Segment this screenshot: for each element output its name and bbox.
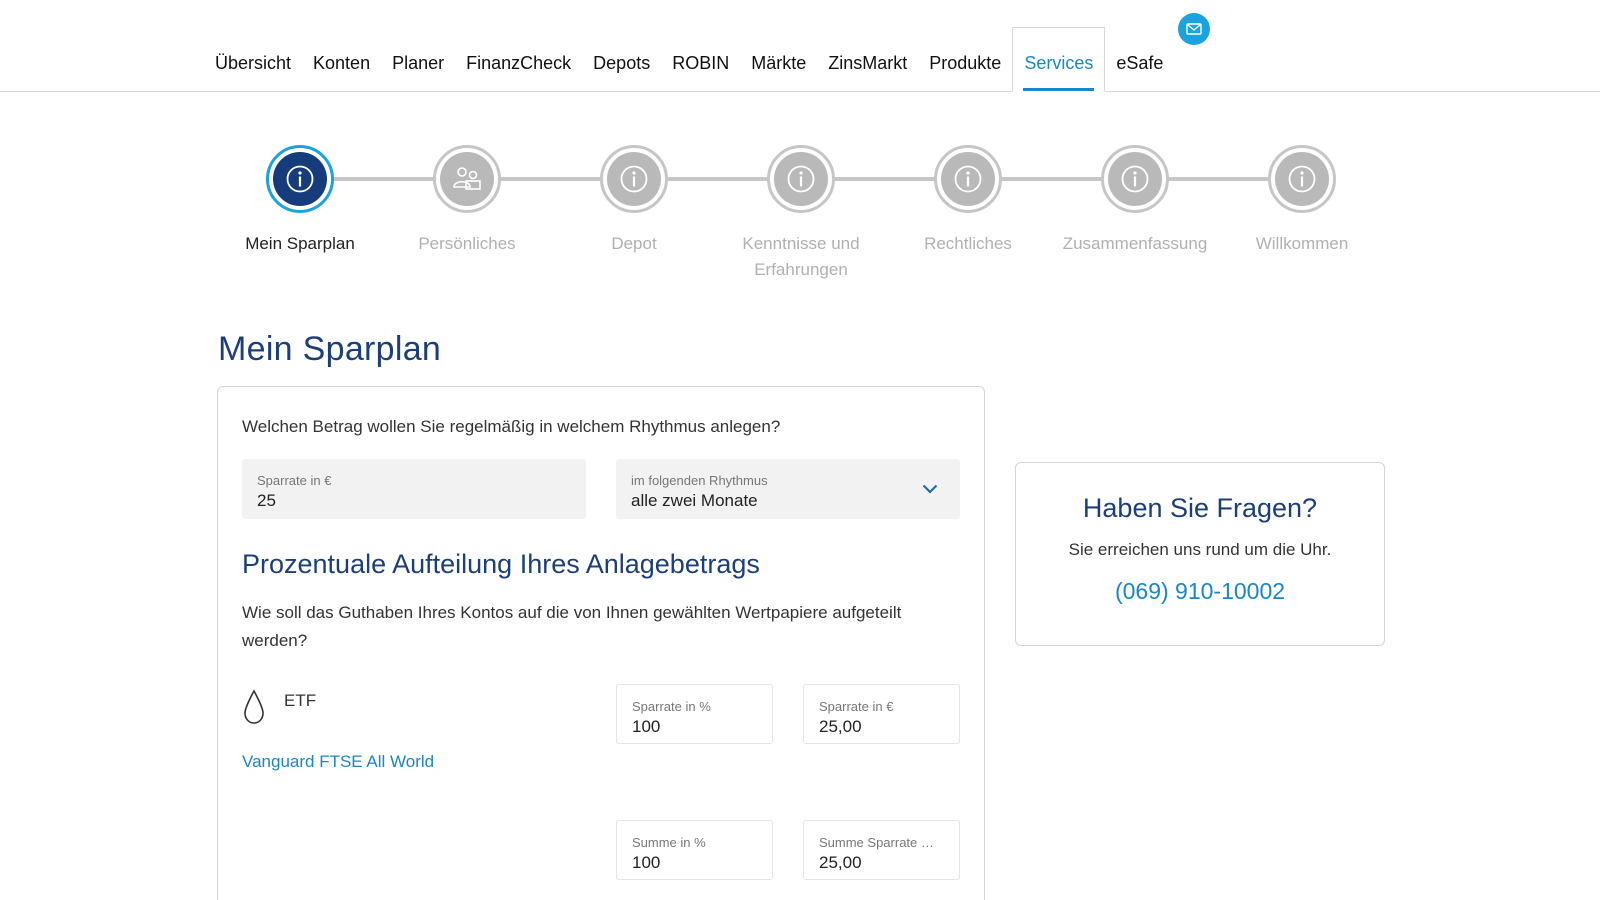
step-label: Depot — [611, 234, 657, 253]
main-navigation: Übersicht Konten Planer FinanzCheck Depo… — [0, 0, 1600, 92]
nav-item-konten[interactable]: Konten — [302, 27, 381, 92]
amount-question: Welchen Betrag wollen Sie regelmäßig in … — [242, 417, 781, 436]
field-label: Summe Sparrate … — [819, 835, 934, 850]
field-value: 25,00 — [819, 853, 862, 872]
info-icon — [774, 152, 828, 206]
step-label: Mein Sparplan — [245, 234, 355, 253]
sum-amount-field: Summe Sparrate … 25,00 — [803, 820, 960, 880]
info-icon — [1108, 152, 1162, 206]
drop-icon — [242, 689, 266, 730]
step-label: Persönliches — [418, 234, 516, 253]
nav-item-planer[interactable]: Planer — [381, 27, 455, 92]
field-label: Sparrate in € — [257, 473, 332, 488]
nav-item-robin[interactable]: ROBIN — [661, 27, 740, 92]
nav-item-depots[interactable]: Depots — [582, 27, 661, 92]
info-icon — [273, 152, 327, 206]
allocation-title: Prozentuale Aufteilung Ihres Anlagebetra… — [242, 549, 760, 579]
nav-item-uebersicht[interactable]: Übersicht — [204, 27, 302, 92]
page-title: Mein Sparplan — [218, 330, 442, 368]
field-value: 25,00 — [819, 717, 862, 736]
etf-row: ETF — [242, 689, 316, 730]
info-icon — [607, 152, 661, 206]
progress-stepper: Mein Sparplan Persönliches Depot Kenntni… — [200, 145, 1400, 285]
help-title: Haben Sie Fragen? — [1082, 493, 1318, 523]
step-persoenliches[interactable]: Persönliches — [382, 145, 552, 257]
help-text: Sie erreichen uns rund um die Uhr. — [1068, 540, 1332, 559]
step-willkommen[interactable]: Willkommen — [1217, 145, 1387, 257]
envelope-icon[interactable] — [1178, 13, 1210, 45]
step-label: Kenntnisse und Erfahrungen — [742, 234, 860, 279]
step-label: Rechtliches — [924, 234, 1012, 253]
info-icon — [1275, 152, 1329, 206]
field-label: im folgenden Rhythmus — [631, 473, 768, 488]
help-card: Haben Sie Fragen? Sie erreichen uns rund… — [1015, 462, 1385, 646]
nav-item-zinsmarkt[interactable]: ZinsMarkt — [817, 27, 918, 92]
etf-percent-input[interactable]: Sparrate in % 100 — [616, 684, 773, 744]
field-label: Summe in % — [632, 835, 706, 850]
etf-amount-input[interactable]: Sparrate in € 25,00 — [803, 684, 960, 744]
nav-item-finanzcheck[interactable]: FinanzCheck — [455, 27, 582, 92]
field-value: alle zwei Monate — [631, 491, 758, 510]
etf-name-link[interactable]: Vanguard FTSE All World — [242, 752, 434, 772]
field-label: Sparrate in % — [632, 699, 711, 714]
persons-icon — [440, 152, 494, 206]
rhythm-select[interactable]: im folgenden Rhythmus alle zwei Monate — [616, 459, 960, 519]
step-zusammenfassung[interactable]: Zusammenfassung — [1050, 145, 1220, 257]
savings-rate-input[interactable]: Sparrate in € 25 — [242, 459, 586, 519]
step-kenntnisse[interactable]: Kenntnisse und Erfahrungen — [716, 145, 886, 283]
chevron-down-icon — [922, 481, 938, 499]
nav-items: Übersicht Konten Planer FinanzCheck Depo… — [204, 27, 1174, 92]
field-value: 100 — [632, 717, 661, 736]
nav-item-produkte[interactable]: Produkte — [918, 27, 1012, 92]
field-label: Sparrate in € — [819, 699, 894, 714]
nav-item-esafe[interactable]: eSafe — [1105, 27, 1174, 92]
step-depot[interactable]: Depot — [549, 145, 719, 257]
info-icon — [941, 152, 995, 206]
step-mein-sparplan[interactable]: Mein Sparplan — [215, 145, 385, 257]
field-value: 100 — [632, 853, 661, 872]
sparplan-card: Welchen Betrag wollen Sie regelmäßig in … — [217, 386, 985, 900]
step-label: Zusammenfassung — [1062, 234, 1208, 253]
field-value: 25 — [257, 491, 276, 510]
help-phone-link[interactable]: (069) 910-10002 — [1016, 578, 1384, 605]
allocation-text: Wie soll das Guthaben Ihres Kontos auf d… — [242, 603, 902, 650]
sum-percent-field: Summe in % 100 — [616, 820, 773, 880]
nav-item-maerkte[interactable]: Märkte — [740, 27, 817, 92]
step-label: Willkommen — [1255, 234, 1349, 253]
etf-type-label: ETF — [284, 691, 317, 710]
step-rechtliches[interactable]: Rechtliches — [883, 145, 1053, 257]
nav-item-services[interactable]: Services — [1012, 27, 1106, 92]
